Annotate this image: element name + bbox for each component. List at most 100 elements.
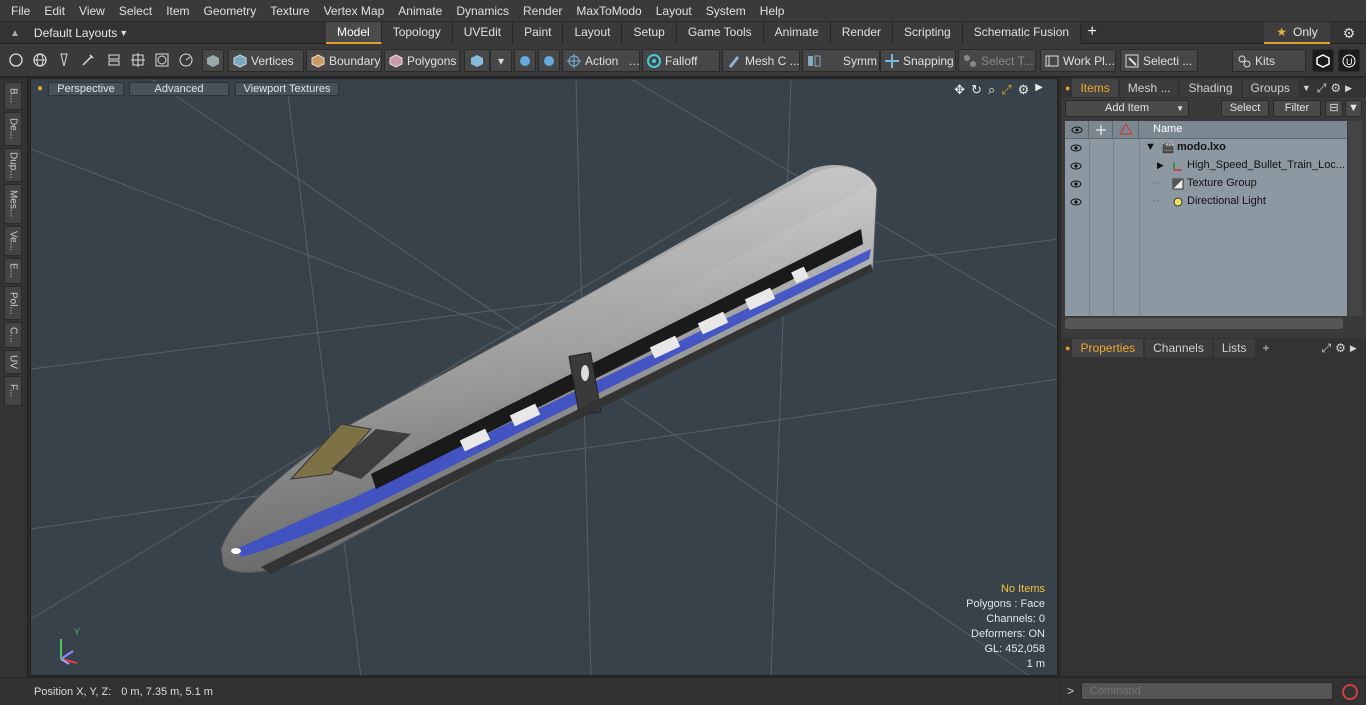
only-toggle[interactable]: ★ Only xyxy=(1264,22,1330,44)
action-center-button[interactable]: Action… xyxy=(562,49,640,72)
list-item[interactable]: ·· Texture Group xyxy=(1065,175,1347,193)
add-item-button[interactable]: Add Item ▼ xyxy=(1065,100,1189,117)
tab-paint[interactable]: Paint xyxy=(513,22,564,44)
list-item[interactable]: ▼ 🎬 modo.lxo xyxy=(1065,139,1347,157)
align-icon[interactable] xyxy=(104,50,124,70)
fit-view-icon[interactable]: ⤢ xyxy=(1001,82,1011,98)
record-icon[interactable] xyxy=(1341,683,1359,701)
left-tab-edge[interactable]: E... xyxy=(4,258,22,284)
select-through-button[interactable]: Select T... xyxy=(958,49,1036,72)
left-tab-curve[interactable]: C... xyxy=(4,322,22,348)
menu-edit[interactable]: Edit xyxy=(37,0,72,22)
menu-view[interactable]: View xyxy=(72,0,112,22)
boundary-button[interactable]: Boundary xyxy=(306,49,382,72)
funnel-icon[interactable]: ▼ xyxy=(1345,100,1362,117)
globe-icon[interactable] xyxy=(30,50,50,70)
list-item[interactable]: ▶ High_Speed_Bullet_Train_Loc... xyxy=(1065,157,1347,175)
left-tab-duplicate[interactable]: Dup... xyxy=(4,148,22,182)
menu-item[interactable]: Item xyxy=(159,0,196,22)
left-tab-fusion[interactable]: F... xyxy=(4,376,22,406)
tab-shading[interactable]: Shading xyxy=(1180,79,1241,97)
rotate-view-icon[interactable]: ↻ xyxy=(971,82,982,98)
tab-render[interactable]: Render xyxy=(830,22,894,44)
chevron-down-icon[interactable]: ▼ xyxy=(1302,83,1311,93)
collapse-icon[interactable]: ⊟ xyxy=(1325,100,1343,117)
item-mode-icon[interactable] xyxy=(202,49,224,72)
tab-properties[interactable]: Properties xyxy=(1072,339,1144,357)
unreal-icon[interactable]: U xyxy=(1338,49,1360,72)
tab-mesh[interactable]: Mesh ... xyxy=(1119,79,1179,97)
horizontal-scrollbar[interactable] xyxy=(1065,318,1343,329)
left-tab-basic[interactable]: B... xyxy=(4,82,22,110)
menu-file[interactable]: File xyxy=(4,0,37,22)
panel-gear-icon[interactable]: ⚙ xyxy=(1330,81,1341,95)
left-tab-deform[interactable]: De... xyxy=(4,112,22,146)
tab-game-tools[interactable]: Game Tools xyxy=(676,22,764,44)
expand-icon[interactable]: ⤢ xyxy=(1317,81,1327,96)
add-tab-button[interactable]: + xyxy=(1263,341,1270,355)
tab-setup[interactable]: Setup xyxy=(622,22,677,44)
left-tab-vertex[interactable]: Ve... xyxy=(4,226,22,256)
box-circle-icon[interactable] xyxy=(152,50,172,70)
tab-schematic-fusion[interactable]: Schematic Fusion xyxy=(962,22,1082,44)
menu-geometry[interactable]: Geometry xyxy=(197,0,264,22)
visibility-column-icon[interactable] xyxy=(1065,121,1089,139)
viewport-menu-icon[interactable]: ▶ xyxy=(1035,82,1043,98)
zoom-view-icon[interactable]: ⌕ xyxy=(988,82,995,98)
left-tab-uv[interactable]: UV xyxy=(4,350,22,374)
snapping-button[interactable]: Snapping xyxy=(880,49,956,72)
polygons-button[interactable]: Polygons xyxy=(384,49,460,72)
tab-channels[interactable]: Channels xyxy=(1145,339,1212,357)
tab-lists[interactable]: Lists xyxy=(1213,339,1255,357)
selection-sets-button[interactable]: Selecti ... xyxy=(1120,49,1198,72)
pen-icon[interactable] xyxy=(54,50,74,70)
tab-items[interactable]: Items xyxy=(1072,79,1118,97)
falloff-button[interactable]: Falloff xyxy=(642,49,720,72)
mesh-constraint-button[interactable]: Mesh C ... xyxy=(722,49,800,72)
shading-mode-button[interactable]: Advanced xyxy=(129,82,229,96)
lock-column-icon[interactable] xyxy=(1089,121,1113,139)
tab-groups[interactable]: Groups xyxy=(1242,79,1298,97)
menu-vertex-map[interactable]: Vertex Map xyxy=(317,0,392,22)
symmetry-y-icon[interactable] xyxy=(538,49,560,72)
viewport-settings-icon[interactable]: ⚙ xyxy=(1018,82,1030,98)
tab-topology[interactable]: Topology xyxy=(381,22,453,44)
menu-help[interactable]: Help xyxy=(753,0,792,22)
eye-icon[interactable] xyxy=(1069,196,1083,208)
command-input[interactable] xyxy=(1081,682,1333,700)
menu-maxtomodo[interactable]: MaxToModo xyxy=(569,0,648,22)
menu-select[interactable]: Select xyxy=(112,0,159,22)
brush-icon[interactable] xyxy=(78,50,98,70)
vertices-button[interactable]: Vertices xyxy=(228,49,304,72)
tab-layout[interactable]: Layout xyxy=(563,22,623,44)
eye-icon[interactable] xyxy=(1069,178,1083,190)
expand-arrow-icon[interactable]: ▼ xyxy=(1145,141,1156,153)
menu-animate[interactable]: Animate xyxy=(391,0,449,22)
item-list-scrollbar[interactable] xyxy=(1348,121,1362,316)
tab-scripting[interactable]: Scripting xyxy=(893,22,963,44)
symmetry-button[interactable]: Symm ... xyxy=(802,49,880,72)
material-mode-icon[interactable] xyxy=(464,49,490,72)
menu-layout[interactable]: Layout xyxy=(649,0,699,22)
filter-button[interactable]: Filter xyxy=(1273,100,1321,117)
menu-texture[interactable]: Texture xyxy=(263,0,316,22)
panel-menu-icon[interactable]: ▶ xyxy=(1350,343,1357,354)
viewport-textures-button[interactable]: Viewport Textures xyxy=(235,82,339,96)
render-column-icon[interactable] xyxy=(1113,121,1139,139)
kits-button[interactable]: Kits xyxy=(1232,49,1306,72)
left-tab-polygon[interactable]: Pol... xyxy=(4,286,22,320)
tab-uvedit[interactable]: UVEdit xyxy=(452,22,514,44)
move-view-icon[interactable]: ✥ xyxy=(954,82,965,98)
gear-icon[interactable]: ⚙ xyxy=(1338,22,1360,44)
eye-icon[interactable] xyxy=(1069,142,1083,154)
perspective-button[interactable]: Perspective xyxy=(48,82,124,96)
tab-model[interactable]: Model xyxy=(326,22,382,44)
center-icon[interactable] xyxy=(128,50,148,70)
panel-menu-icon[interactable]: ▶ xyxy=(1345,83,1352,94)
add-tab-button[interactable]: + xyxy=(1081,22,1103,44)
menu-system[interactable]: System xyxy=(699,0,753,22)
tab-animate[interactable]: Animate xyxy=(763,22,831,44)
panel-gear-icon[interactable]: ⚙ xyxy=(1335,341,1346,355)
chevron-down-icon[interactable]: ▾ xyxy=(490,49,512,72)
symmetry-x-icon[interactable] xyxy=(514,49,536,72)
